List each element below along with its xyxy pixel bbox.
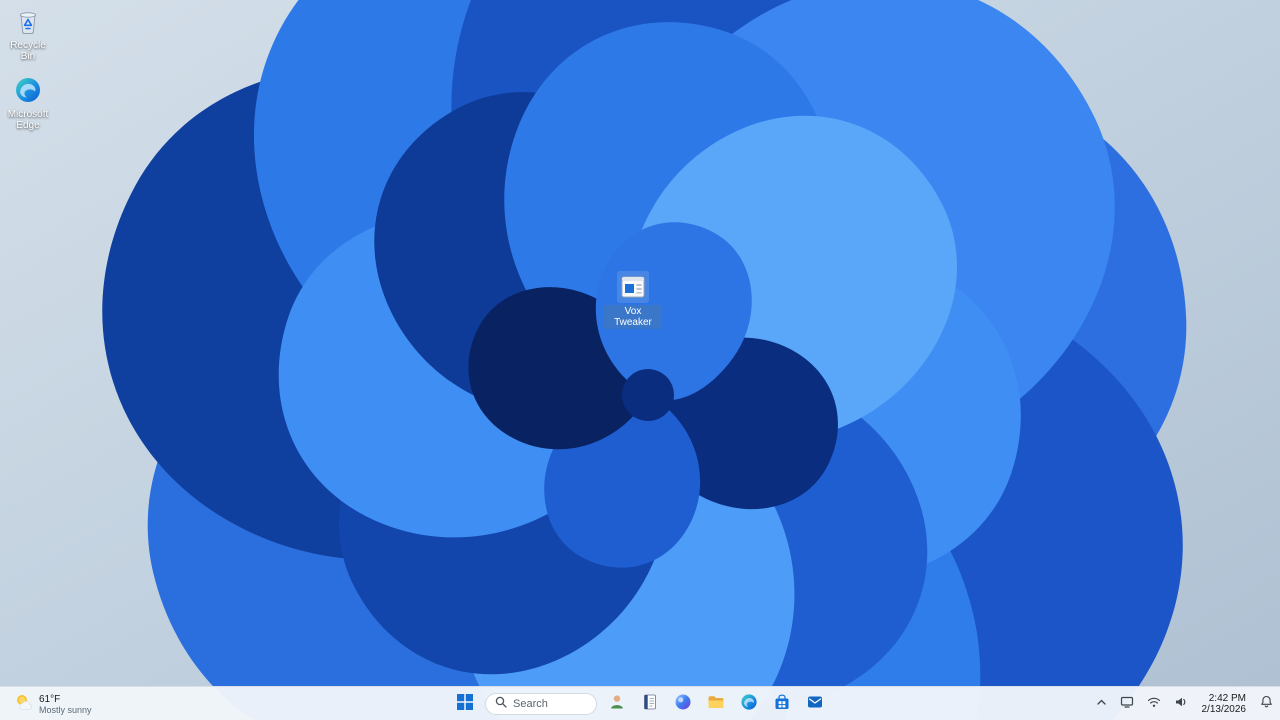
weather-condition: Mostly sunny <box>39 704 92 715</box>
taskbar-icon-mail[interactable] <box>802 691 828 717</box>
edge-icon <box>12 74 44 106</box>
chevron-up-icon <box>1096 695 1107 713</box>
clock[interactable]: 2:42 PM 2/13/2026 <box>1198 693 1251 715</box>
system-tray: 2:42 PM 2/13/2026 <box>1093 687 1277 720</box>
copilot-icon <box>674 693 692 716</box>
taskbar-icon-microsoft-store[interactable] <box>769 691 795 717</box>
speaker-icon <box>1174 695 1188 714</box>
desktop-icon-microsoft-edge[interactable]: Microsoft Edge <box>0 74 58 132</box>
windows-logo-icon <box>457 693 473 715</box>
desktop-icon-label: Recycle Bin <box>10 40 46 62</box>
desktop-icon-label: Microsoft Edge <box>7 109 49 131</box>
folder-icon <box>707 693 725 716</box>
weather-text: 61°F Mostly sunny <box>39 694 92 715</box>
taskbar: 61°F Mostly sunny Search 2:42 PM 2/13/20… <box>0 686 1280 720</box>
search-icon <box>495 695 507 713</box>
desktop-icon-recycle-bin[interactable]: Recycle Bin <box>0 5 58 63</box>
clock-date: 2/13/2026 <box>1201 704 1247 715</box>
recycle-bin-icon <box>12 5 44 37</box>
person-icon <box>608 693 626 716</box>
notifications-button[interactable] <box>1257 691 1276 717</box>
display-icon <box>1120 695 1134 714</box>
taskbar-icon-file-explorer[interactable] <box>703 691 729 717</box>
network-button[interactable] <box>1144 691 1164 717</box>
weather-temperature: 61°F <box>39 693 61 705</box>
taskbar-icon-notepad[interactable] <box>637 691 663 717</box>
sun-behind-cloud-icon <box>14 692 34 717</box>
taskbar-search[interactable] <box>485 693 597 715</box>
start-button[interactable] <box>452 691 478 717</box>
desktop-screen: Recycle Bin Microsoft Edge Vox Tweaker 6… <box>0 0 1280 720</box>
taskbar-icon-edge[interactable] <box>736 691 762 717</box>
wifi-icon <box>1147 695 1161 714</box>
desktop-wallpaper <box>0 0 1280 720</box>
notepad-icon <box>641 693 659 716</box>
desktop-icon-vox-tweaker[interactable]: Vox Tweaker <box>603 271 663 329</box>
mail-icon <box>806 693 824 716</box>
taskbar-icon-copilot[interactable] <box>670 691 696 717</box>
hidden-icons-button[interactable] <box>1093 691 1110 717</box>
clock-time: 2:42 PM <box>1208 693 1246 704</box>
edge-icon <box>740 693 758 716</box>
bell-icon <box>1260 695 1273 713</box>
taskbar-center <box>452 687 828 720</box>
vox-tweaker-icon <box>617 271 649 303</box>
desktop-icon-label: Vox Tweaker <box>604 305 662 329</box>
volume-button[interactable] <box>1171 691 1191 717</box>
taskbar-icon-people[interactable] <box>604 691 630 717</box>
tray-display-button[interactable] <box>1117 691 1137 717</box>
widgets-weather-button[interactable]: 61°F Mostly sunny <box>6 687 100 720</box>
search-input[interactable] <box>513 698 583 710</box>
store-bag-icon <box>773 693 791 716</box>
